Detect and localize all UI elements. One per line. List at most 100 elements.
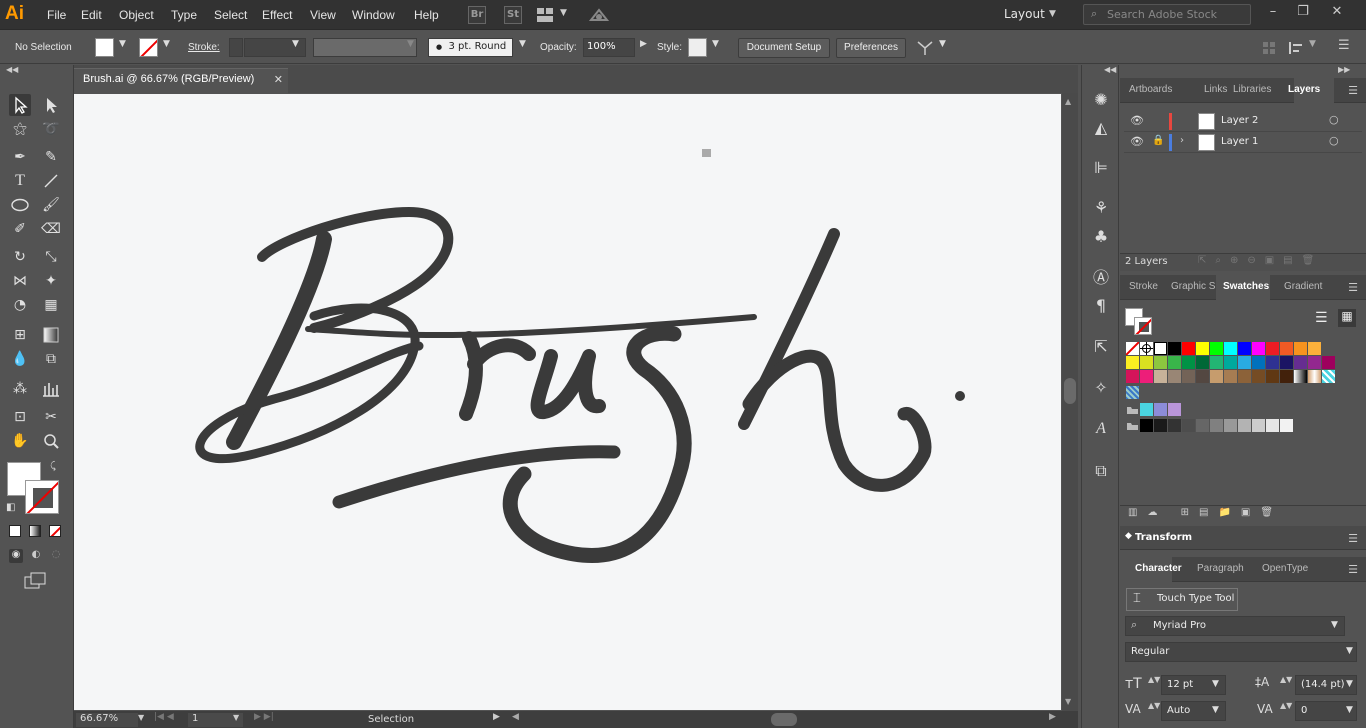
menu-select[interactable]: Select	[214, 8, 247, 22]
last-artboard-icon[interactable]: ▶ ▶|	[254, 712, 274, 722]
panel-menu-icon[interactable]: ☰	[1348, 281, 1358, 294]
swatch[interactable]	[1252, 419, 1265, 432]
bridge-button[interactable]: Br	[468, 6, 486, 24]
gpu-performance-icon[interactable]	[588, 6, 610, 24]
stock-button[interactable]: St	[504, 6, 522, 24]
swatch[interactable]	[1294, 342, 1307, 355]
chevron-down-icon[interactable]: ▼	[1049, 9, 1056, 19]
menu-help[interactable]: Help	[414, 8, 439, 22]
isolate-icon[interactable]	[1288, 41, 1304, 55]
scroll-left-icon[interactable]: ◀	[512, 712, 519, 722]
menu-effect[interactable]: Effect	[262, 8, 292, 22]
chevron-down-icon[interactable]: ▼	[119, 39, 126, 49]
restore-button[interactable]: ❐	[1292, 4, 1314, 22]
opacity-field[interactable]: 100%	[583, 38, 635, 57]
gradient-tool-icon[interactable]	[40, 324, 62, 346]
chevron-down-icon[interactable]: ▼	[138, 713, 144, 722]
swatch[interactable]	[1168, 419, 1181, 432]
artboard[interactable]	[74, 94, 1061, 710]
target-circle-icon[interactable]: ○	[1329, 134, 1339, 147]
swatch[interactable]	[1280, 370, 1293, 383]
swatch[interactable]	[1224, 356, 1237, 369]
menu-type[interactable]: Type	[171, 8, 197, 22]
close-icon[interactable]: ✕	[274, 73, 283, 86]
menu-file[interactable]: File	[47, 8, 66, 22]
transform-panel-header[interactable]: ◆ Transform ☰	[1120, 526, 1366, 550]
color-guide-icon[interactable]: ◭	[1091, 118, 1111, 138]
symbol-sprayer-tool-icon[interactable]: ⁂	[9, 378, 31, 400]
collapse-chevron-icon[interactable]: ◆	[1125, 531, 1132, 541]
scale-tool-icon[interactable]: ⤡	[40, 246, 62, 268]
zoom-level-field[interactable]: 66.67%	[76, 713, 138, 727]
swatch[interactable]	[1196, 419, 1209, 432]
tab-artboards[interactable]: Artboards	[1129, 84, 1172, 95]
pen-tool-icon[interactable]: ✒	[9, 146, 31, 168]
workspace-switcher[interactable]: Layout	[1004, 7, 1045, 21]
vertical-scrollbar[interactable]: ▲ ▼	[1062, 93, 1078, 711]
scroll-down-icon[interactable]: ▼	[1065, 697, 1071, 706]
puppet-warp-tool-icon[interactable]: ✦	[40, 270, 62, 292]
menu-view[interactable]: View	[310, 8, 336, 22]
rotate-tool-icon[interactable]: ↻	[9, 246, 31, 268]
swatch[interactable]	[1182, 356, 1195, 369]
close-button[interactable]: ✕	[1326, 4, 1348, 22]
chevron-down-icon[interactable]: ▼	[163, 39, 170, 49]
tab-links[interactable]: Links	[1204, 84, 1227, 95]
layer-name[interactable]: Layer 1	[1221, 136, 1258, 147]
blend-tool-icon[interactable]: ⧉	[40, 348, 62, 370]
swatch[interactable]	[1126, 370, 1139, 383]
swatch-folder-icon[interactable]	[1126, 419, 1139, 432]
swatch[interactable]	[1154, 356, 1167, 369]
swatch-registration[interactable]	[1140, 342, 1153, 355]
stroke-label[interactable]: Stroke:	[188, 42, 220, 53]
artboard-tool-icon[interactable]: ⊡	[9, 406, 31, 428]
mesh-tool-icon[interactable]: ⊞	[9, 324, 31, 346]
chevron-down-icon[interactable]: ▼	[712, 39, 719, 49]
transform-icon[interactable]	[1262, 41, 1276, 55]
swatch[interactable]	[1308, 342, 1321, 355]
swatch[interactable]	[1308, 356, 1321, 369]
swatch[interactable]	[1168, 342, 1181, 355]
swatch[interactable]	[1238, 342, 1251, 355]
ellipse-tool-icon[interactable]	[9, 194, 31, 216]
touch-type-tool-button[interactable]: ⌶ Touch Type Tool	[1126, 588, 1238, 611]
layer-name[interactable]: Layer 2	[1221, 115, 1258, 126]
brush-lettering-artwork[interactable]	[74, 94, 1061, 710]
chevron-down-icon[interactable]: ▼	[1346, 679, 1353, 689]
chevron-down-icon[interactable]: ▼	[560, 8, 567, 18]
swatch[interactable]	[1154, 403, 1167, 416]
shaper-tool-icon[interactable]: ✐	[9, 218, 31, 240]
eraser-tool-icon[interactable]: ⌫	[40, 218, 62, 240]
chevron-down-icon[interactable]: ▼	[1346, 705, 1353, 715]
target-circle-icon[interactable]: ○	[1329, 113, 1339, 126]
swatch[interactable]	[1210, 342, 1223, 355]
swap-fill-stroke-icon[interactable]: ⤹	[50, 461, 56, 472]
pathfinder-panel-icon[interactable]: ⧉	[1091, 461, 1111, 481]
panel-menu-icon[interactable]: ☰	[1348, 84, 1358, 97]
swatch[interactable]	[1224, 370, 1237, 383]
first-artboard-icon[interactable]: |◀ ◀	[154, 712, 174, 722]
color-mode-icon[interactable]	[9, 525, 21, 537]
swatch[interactable]	[1140, 356, 1153, 369]
collapse-icon[interactable]: ◀◀	[1104, 65, 1116, 74]
grid-view-icon[interactable]: ▦	[1338, 309, 1356, 327]
horizontal-scroll-thumb[interactable]	[771, 713, 797, 726]
swatch-none[interactable]	[1125, 341, 1140, 356]
column-graph-tool-icon[interactable]	[40, 378, 62, 400]
scroll-right-icon[interactable]: ▶	[1049, 712, 1056, 722]
swatch-actions-icons[interactable]: ▥☁ ⊞▤📁▣🗑	[1128, 507, 1283, 518]
swatch[interactable]	[1252, 370, 1265, 383]
tab-opentype[interactable]: OpenType	[1262, 563, 1308, 574]
slice-tool-icon[interactable]: ✂	[40, 406, 62, 428]
chevron-down-icon[interactable]: ▼	[292, 39, 299, 49]
swatch[interactable]	[1294, 356, 1307, 369]
document-tab[interactable]: Brush.ai @ 66.67% (RGB/Preview) ✕	[74, 68, 288, 93]
chevron-down-icon[interactable]: ▼	[1212, 679, 1219, 689]
stock-search-input[interactable]: Search Adobe Stock	[1083, 4, 1251, 25]
panel-menu-icon[interactable]: ☰	[1338, 38, 1350, 53]
swatch[interactable]	[1210, 370, 1223, 383]
document-setup-button[interactable]: Document Setup	[738, 38, 830, 58]
stepper-icon[interactable]: ▲▼	[1148, 701, 1160, 710]
swatch-gradient[interactable]	[1308, 370, 1321, 383]
glyphs-panel-icon[interactable]: A	[1091, 419, 1111, 439]
